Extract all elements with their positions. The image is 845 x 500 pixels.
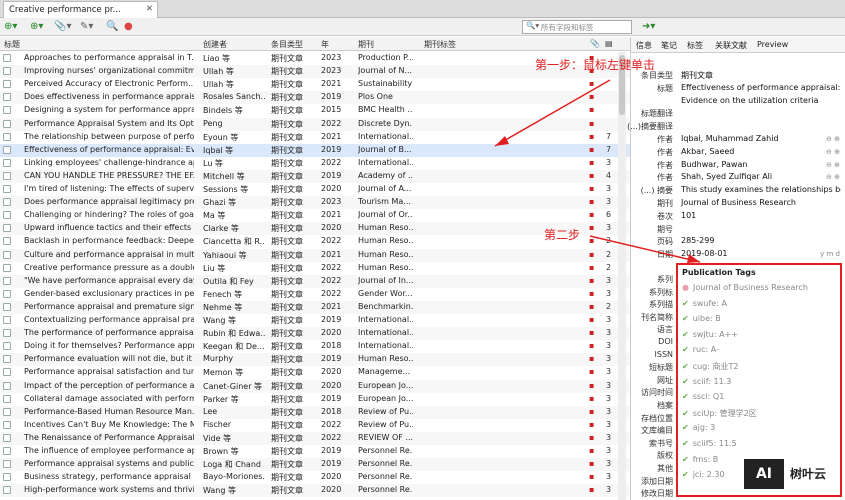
- annotation-arrows: [494, 79, 701, 263]
- arrow-step2: [589, 235, 701, 263]
- watermark-logo: AI: [744, 459, 784, 489]
- arrowhead-step2: [687, 254, 700, 263]
- arrowhead-step1: [495, 136, 509, 146]
- watermark-text: 树叶云: [790, 467, 827, 481]
- watermark: AI 树叶云: [744, 456, 840, 492]
- arrow-step1: [494, 79, 611, 147]
